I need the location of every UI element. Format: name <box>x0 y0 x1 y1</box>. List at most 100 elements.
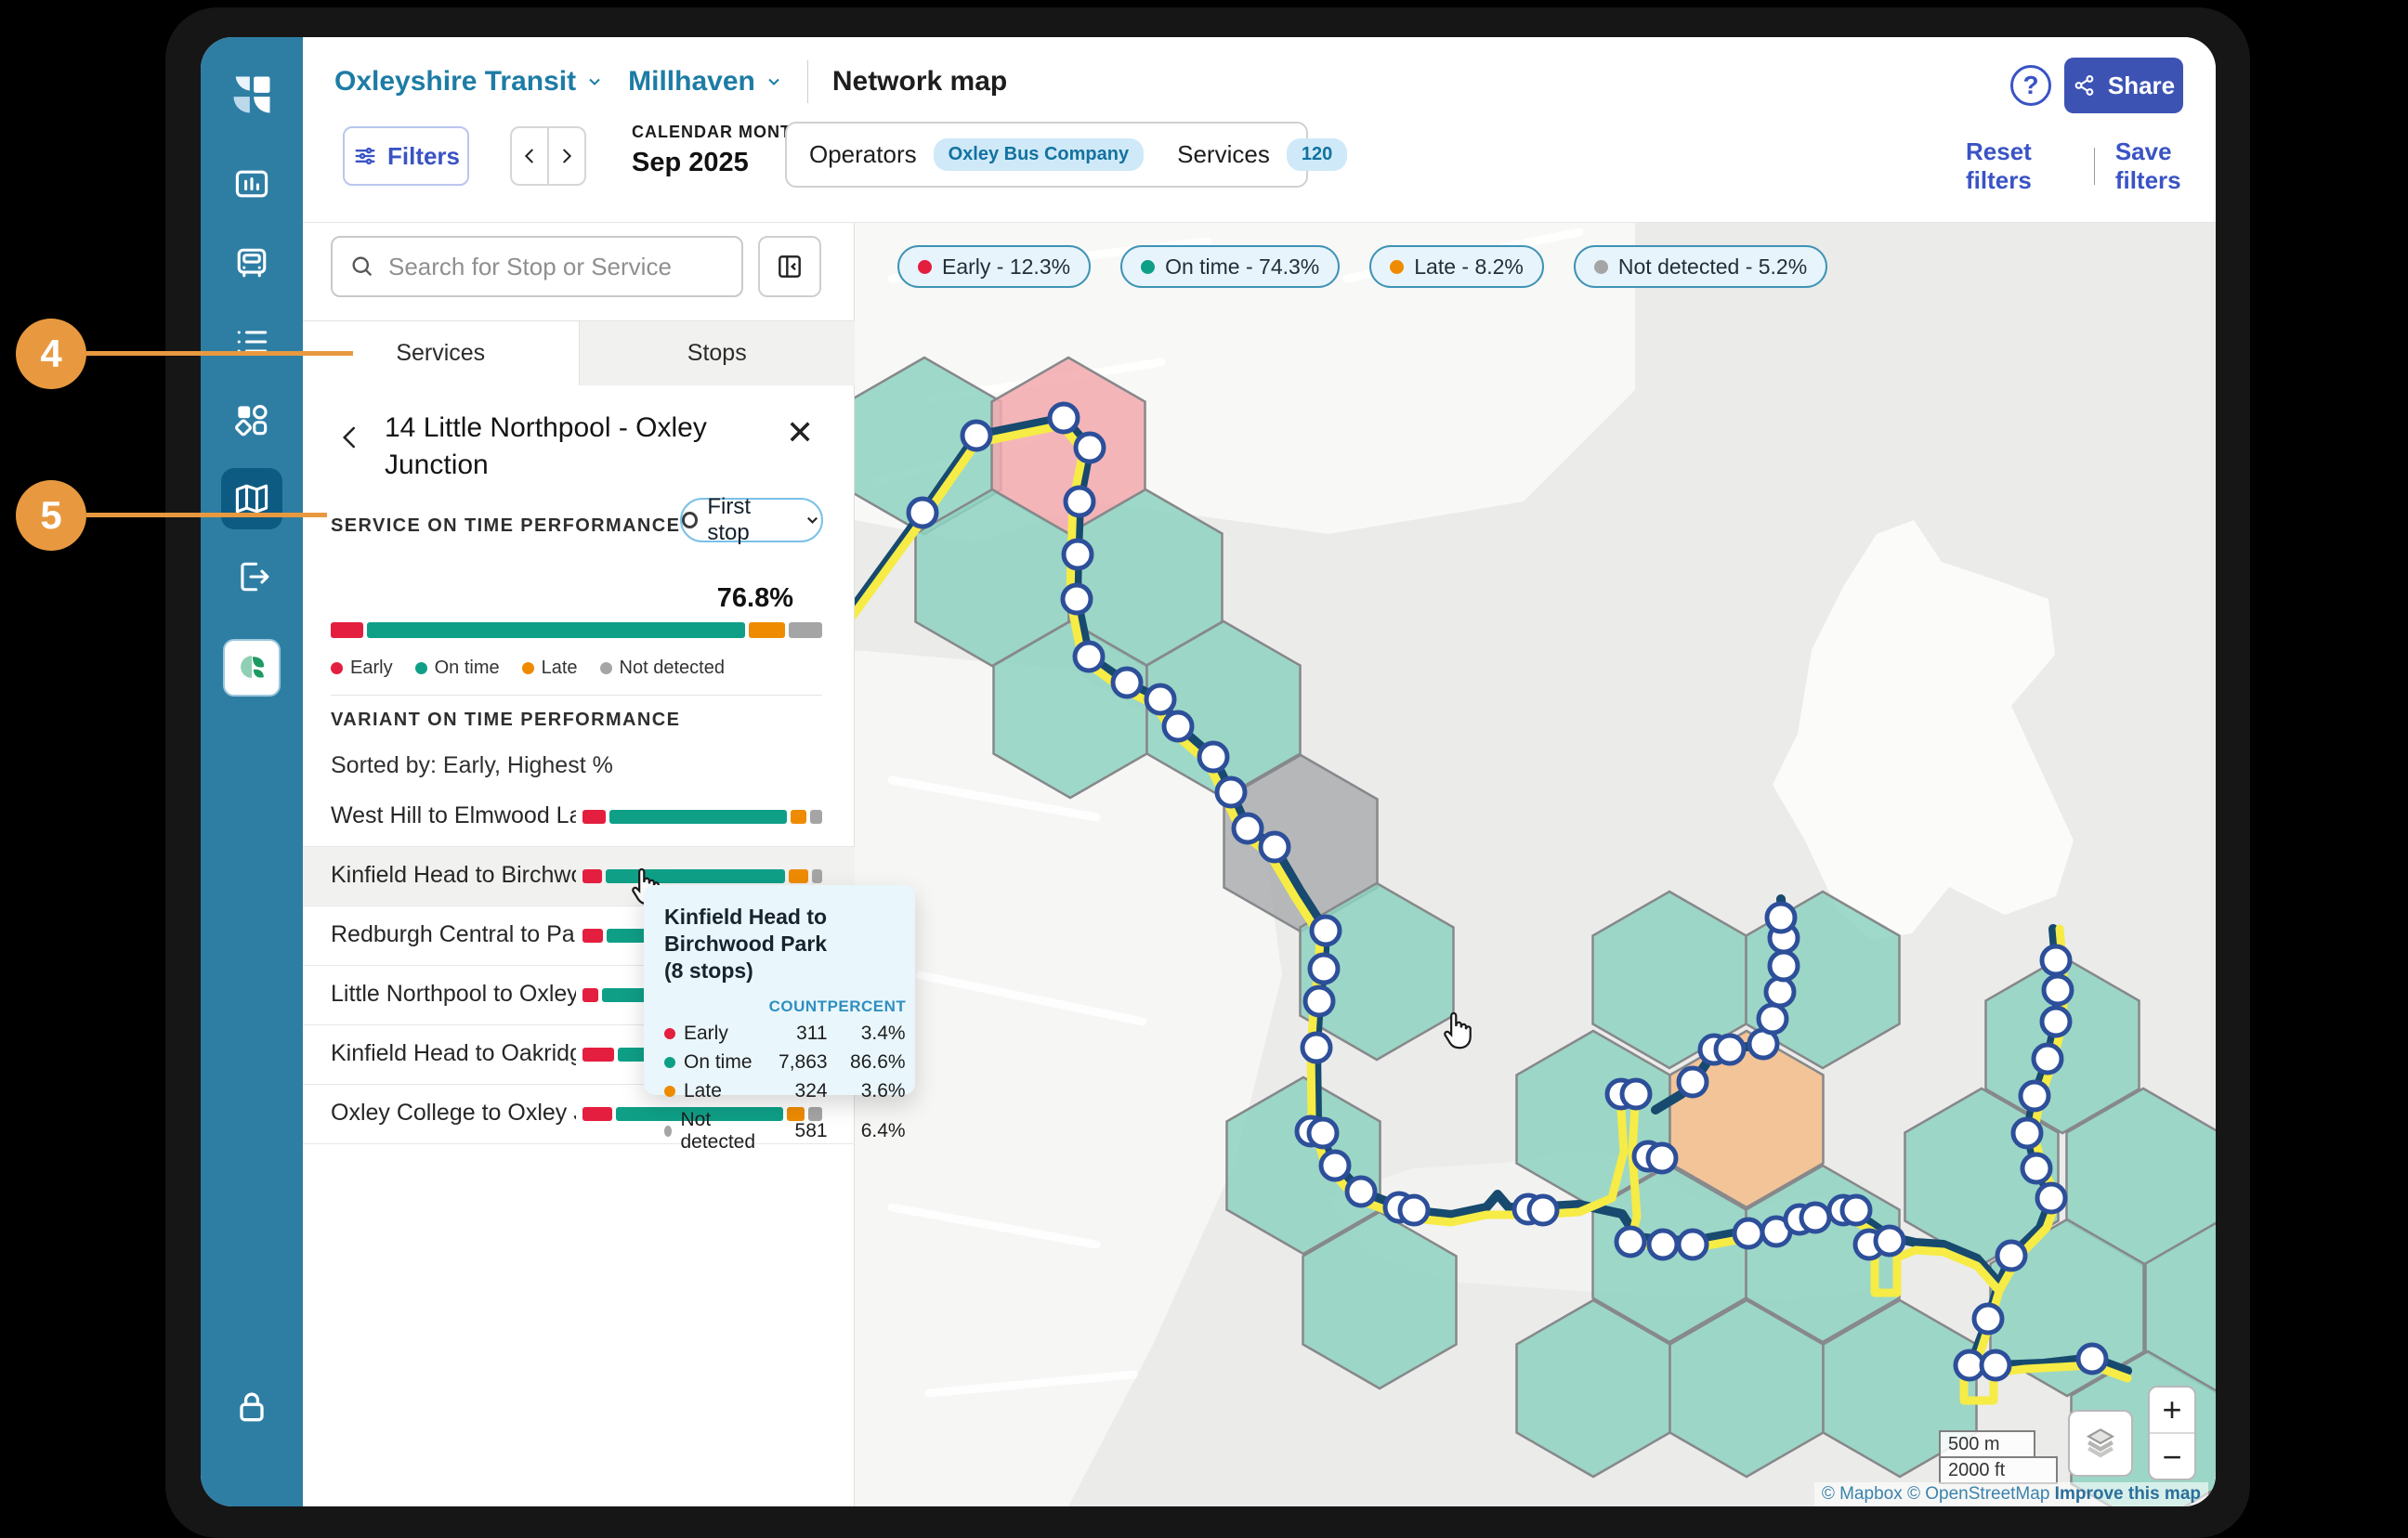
stop-marker[interactable] <box>1766 978 1794 1006</box>
operator-dropdown[interactable]: Oxleyshire Transit <box>334 66 604 98</box>
stop-marker[interactable] <box>1050 404 1078 432</box>
app-logo-icon[interactable] <box>228 71 276 119</box>
stop-marker[interactable] <box>2044 976 2072 1004</box>
variant-section-label: VARIANT ON TIME PERFORMANCE <box>331 710 680 731</box>
sidebar-item-logout-icon[interactable] <box>221 546 282 607</box>
stop-marker[interactable] <box>1716 1036 1744 1063</box>
stop-marker[interactable] <box>2078 1345 2106 1373</box>
collapse-panel-button[interactable] <box>758 236 821 297</box>
stop-marker[interactable] <box>1310 955 1338 983</box>
stop-marker[interactable] <box>1347 1178 1375 1206</box>
filters-icon <box>352 143 378 169</box>
stop-marker[interactable] <box>1982 1351 2009 1379</box>
services-count-chip[interactable]: 120 <box>1287 138 1347 171</box>
stop-marker[interactable] <box>1997 1242 2025 1270</box>
zoom-control: + − <box>2148 1386 2196 1480</box>
chevron-right-icon <box>556 146 577 166</box>
stop-marker[interactable] <box>1759 1005 1786 1033</box>
stop-marker[interactable] <box>1309 1119 1337 1147</box>
stop-marker[interactable] <box>1400 1196 1428 1224</box>
back-button[interactable] <box>336 424 364 451</box>
stop-marker[interactable] <box>1767 904 1795 932</box>
stop-marker[interactable] <box>1302 1034 1330 1062</box>
stop-marker[interactable] <box>1616 1228 1644 1256</box>
stop-marker[interactable] <box>1876 1227 1904 1255</box>
next-month-button[interactable] <box>549 128 584 184</box>
stop-marker[interactable] <box>1305 987 1333 1015</box>
map-legend-chip[interactable]: Late - 8.2% <box>1369 245 1544 288</box>
stop-marker[interactable] <box>1649 1231 1677 1258</box>
stop-marker[interactable] <box>2042 946 2070 974</box>
reset-filters-button[interactable]: Reset filters <box>1966 137 2074 195</box>
stop-marker[interactable] <box>1842 1196 1870 1224</box>
stop-marker[interactable] <box>1076 434 1104 462</box>
map-legend-chip[interactable]: Early - 12.3% <box>897 245 1091 288</box>
map-legend-chip[interactable]: On time - 74.3% <box>1120 245 1340 288</box>
stop-marker[interactable] <box>1679 1231 1707 1258</box>
network-map[interactable]: Early - 12.3% On time - 74.3% Late - 8.2% N… <box>855 223 2216 1506</box>
stop-marker[interactable] <box>1801 1204 1829 1232</box>
stop-marker[interactable] <box>1075 643 1103 671</box>
legend-item: Not detected <box>600 658 725 679</box>
stop-marker[interactable] <box>1063 585 1091 613</box>
stop-marker[interactable] <box>1217 778 1245 806</box>
stop-marker[interactable] <box>1974 1305 2002 1333</box>
tab-stops[interactable]: Stops <box>579 321 856 385</box>
sidebar-item-bar-chart-icon[interactable] <box>221 153 282 215</box>
layers-button[interactable] <box>2068 1410 2133 1477</box>
stop-marker[interactable] <box>2042 1008 2070 1036</box>
stop-marker[interactable] <box>1199 743 1227 771</box>
sidebar-item-map-icon[interactable] <box>221 468 282 529</box>
share-button[interactable]: Share <box>2064 58 2183 113</box>
stop-marker[interactable] <box>1622 1080 1650 1108</box>
variant-row[interactable]: West Hill to Elmwood Lane (… <box>303 788 855 847</box>
variant-bar[interactable] <box>582 869 822 883</box>
stop-marker[interactable] <box>1146 685 1174 713</box>
status-dot <box>1141 260 1155 274</box>
sidebar-item-shapes-icon[interactable] <box>221 389 282 450</box>
stop-marker[interactable] <box>2037 1184 2065 1212</box>
stop-marker[interactable] <box>1679 1068 1707 1096</box>
region-dropdown[interactable]: Millhaven <box>628 66 783 98</box>
stop-marker[interactable] <box>962 422 990 450</box>
save-filters-button[interactable]: Save filters <box>2115 137 2216 195</box>
zoom-in-button[interactable]: + <box>2150 1388 2194 1434</box>
variant-bar[interactable] <box>582 810 822 824</box>
tooltip-row-count: 311 <box>759 1023 828 1045</box>
stop-marker[interactable] <box>1312 917 1340 945</box>
map-legend-chip[interactable]: Not detected - 5.2% <box>1574 245 1827 288</box>
stop-type-dropdown[interactable]: First stop <box>680 498 823 542</box>
otp-segment <box>789 622 822 638</box>
variant-bar-segment <box>582 1107 612 1121</box>
help-button[interactable]: ? <box>2010 65 2051 106</box>
stop-marker[interactable] <box>1770 952 1798 980</box>
stop-marker[interactable] <box>909 499 936 527</box>
stop-marker[interactable] <box>1529 1196 1557 1224</box>
stop-marker[interactable] <box>2021 1082 2048 1110</box>
stop-marker[interactable] <box>1066 488 1093 515</box>
operators-chip[interactable]: Oxley Bus Company <box>934 138 1145 171</box>
filter-summary[interactable]: Operators Oxley Bus Company Services 120 <box>785 122 1308 188</box>
stop-marker[interactable] <box>1261 833 1289 861</box>
stop-marker[interactable] <box>1113 669 1141 697</box>
lock-icon[interactable] <box>221 1375 282 1437</box>
previous-month-button[interactable] <box>512 128 549 184</box>
search-input[interactable]: Search for Stop or Service <box>331 236 743 297</box>
sidebar-item-list-icon[interactable] <box>221 311 282 372</box>
sidebar-item-bus-icon[interactable] <box>221 232 282 293</box>
stop-marker[interactable] <box>1734 1219 1762 1247</box>
stop-marker[interactable] <box>1064 541 1092 568</box>
stop-marker[interactable] <box>2022 1154 2050 1182</box>
zoom-out-button[interactable]: − <box>2150 1434 2194 1480</box>
sidebar-item-app-badge-icon[interactable] <box>223 639 281 697</box>
stop-marker[interactable] <box>1234 815 1262 842</box>
stop-marker[interactable] <box>1321 1152 1349 1180</box>
attribution-text[interactable]: © Mapbox © OpenStreetMap <box>1822 1484 2050 1504</box>
filters-button[interactable]: Filters <box>343 126 469 186</box>
improve-map-link[interactable]: Improve this map <box>2055 1484 2201 1504</box>
close-icon[interactable]: ✕ <box>786 416 814 450</box>
stop-marker[interactable] <box>2034 1045 2061 1073</box>
stop-marker[interactable] <box>1164 712 1192 740</box>
stop-marker[interactable] <box>2013 1119 2041 1147</box>
stop-marker[interactable] <box>1648 1144 1676 1172</box>
